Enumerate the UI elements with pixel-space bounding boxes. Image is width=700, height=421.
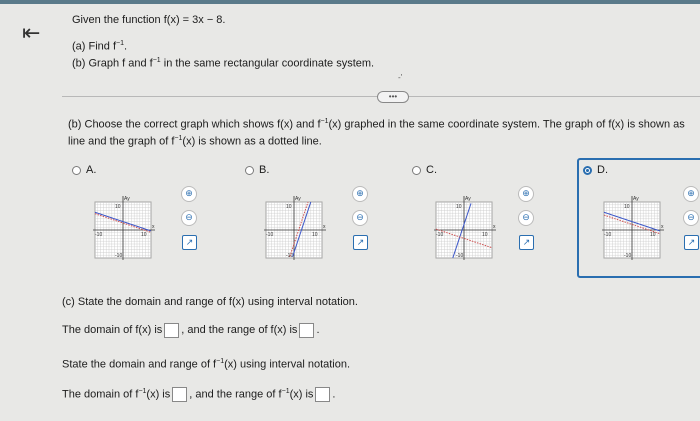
range-finv-input[interactable] [315, 387, 331, 403]
radio-b[interactable] [245, 165, 254, 175]
y-tick-label: 10 [624, 204, 630, 210]
graph-d[interactable]: Ay x 10 10 -10 -10 [598, 194, 666, 262]
x-tick-label: 10 [482, 232, 488, 238]
y-neg-tick-label: -10 [115, 253, 122, 259]
divider-mark: -' [398, 73, 403, 82]
open-external-icon[interactable]: ↗ [353, 235, 368, 250]
y-neg-tick-label: -10 [456, 253, 463, 259]
x-tick-label: 10 [650, 232, 656, 238]
part-a: (a) Find f−1. [72, 40, 128, 53]
open-external-icon[interactable]: ↗ [182, 235, 197, 250]
part-b: (b) Graph f and f−1 in the same rectangu… [72, 57, 375, 70]
part-c-line3: The domain of f−1(x) is, and the range o… [62, 387, 336, 403]
x-tick-label: 10 [312, 232, 318, 238]
domain-finv-input[interactable] [172, 387, 188, 403]
y-tick-label: 10 [456, 204, 462, 210]
option-c[interactable]: C. [412, 164, 437, 176]
y-neg-tick-label: -10 [624, 253, 631, 259]
option-a[interactable]: A. [72, 164, 96, 176]
graph-c[interactable]: Ay x 10 10 -10 -10 [430, 194, 498, 262]
graph-a[interactable]: Ay x 10 10 -10 -10 [89, 194, 157, 262]
radio-c[interactable] [412, 165, 421, 175]
open-external-icon[interactable]: ↗ [684, 235, 699, 250]
zoom-out-icon[interactable]: ⊖ [181, 210, 197, 226]
y-tick-label: 10 [115, 204, 121, 210]
part-b-prompt-line1: (b) Choose the correct graph which shows… [68, 118, 685, 131]
y-axis-label: Ay [295, 196, 301, 202]
back-arrow-icon[interactable]: ⇤ [22, 20, 40, 46]
domain-f-input[interactable] [164, 322, 180, 338]
zoom-in-icon[interactable]: ⊕ [518, 186, 534, 202]
x-axis-label: x [661, 224, 664, 230]
open-external-icon[interactable]: ↗ [519, 235, 534, 250]
y-axis-label: Ay [124, 196, 130, 202]
option-b[interactable]: B. [245, 164, 269, 176]
x-neg-tick-label: -10 [604, 232, 611, 238]
y-axis-label: Ay [633, 196, 639, 202]
option-d[interactable]: D. [583, 164, 608, 176]
x-axis-label: x [323, 224, 326, 230]
top-bar [0, 0, 700, 4]
range-f-input[interactable] [299, 322, 315, 338]
graph-b[interactable]: Ay x 10 10 -10 -10 [260, 194, 328, 262]
zoom-out-icon[interactable]: ⊖ [518, 210, 534, 226]
radio-a[interactable] [72, 165, 81, 175]
part-b-prompt-line2: line and the graph of f−1(x) is shown as… [68, 135, 322, 148]
zoom-out-icon[interactable]: ⊖ [352, 210, 368, 226]
part-c-line2: State the domain and range of f−1(x) usi… [62, 358, 351, 371]
zoom-in-icon[interactable]: ⊕ [181, 186, 197, 202]
x-axis-label: x [152, 224, 155, 230]
zoom-in-icon[interactable]: ⊕ [683, 186, 699, 202]
more-button[interactable]: ••• [377, 91, 409, 103]
radio-d[interactable] [583, 165, 592, 175]
part-c-line1: The domain of f(x) is, and the range of … [62, 322, 320, 338]
x-neg-tick-label: -10 [95, 232, 102, 238]
question-intro: Given the function f(x) = 3x − 8. [72, 14, 226, 26]
y-tick-label: 10 [286, 204, 292, 210]
x-neg-tick-label: -10 [266, 232, 273, 238]
y-axis-label: Ay [465, 196, 471, 202]
part-c-title: (c) State the domain and range of f(x) u… [62, 296, 358, 308]
x-axis-label: x [493, 224, 496, 230]
zoom-in-icon[interactable]: ⊕ [352, 186, 368, 202]
zoom-out-icon[interactable]: ⊖ [683, 210, 699, 226]
x-tick-label: 10 [141, 232, 147, 238]
x-neg-tick-label: -10 [436, 232, 443, 238]
